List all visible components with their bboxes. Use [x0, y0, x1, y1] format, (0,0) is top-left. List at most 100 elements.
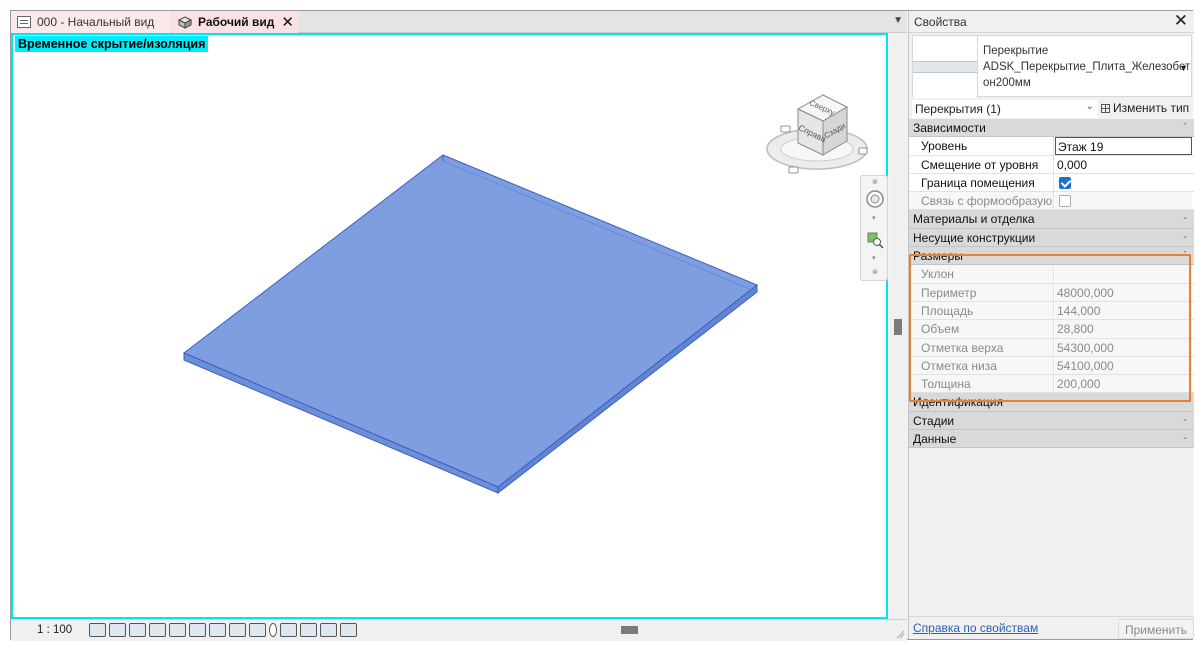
zoom-icon[interactable] — [865, 230, 885, 250]
room-bounding-checkbox[interactable] — [1059, 176, 1071, 189]
instance-filter-value: Перекрытия (1) — [915, 102, 1001, 116]
param-value: 54300,000 — [1055, 338, 1192, 356]
param-name: Объем — [909, 320, 1054, 338]
param-name: Периметр — [909, 283, 1054, 301]
param-thickness: Толщина 200,000 — [909, 375, 1194, 394]
close-icon[interactable]: ✕ — [1174, 12, 1188, 29]
dropdown-arrow-icon[interactable]: ▼ — [1179, 63, 1188, 73]
param-value: 28,800 — [1055, 320, 1192, 338]
reveal-constraints-icon[interactable] — [340, 623, 357, 637]
vertical-scrollbar[interactable] — [890, 33, 907, 619]
param-level[interactable]: Уровень Этаж 19 — [909, 137, 1194, 156]
resize-grip-icon[interactable] — [895, 629, 905, 639]
param-name: Отметка верха — [909, 338, 1054, 356]
param-name: Площадь — [909, 301, 1054, 320]
tab-working-view[interactable]: Рабочий вид ✕ — [172, 11, 298, 33]
floor-slab[interactable] — [13, 35, 886, 617]
group-data[interactable]: Данные ⌄ — [909, 430, 1194, 449]
param-room-bounding[interactable]: Граница помещения — [909, 173, 1194, 193]
param-name: Отметка низа — [909, 356, 1054, 375]
view-scale[interactable]: 1 : 100 — [37, 624, 72, 636]
expand-icon[interactable]: ⌄ — [1182, 415, 1188, 423]
temporary-hide-isolate-icon[interactable] — [249, 623, 266, 637]
group-label: Стадии — [913, 413, 955, 428]
expand-icon[interactable]: ⌄ — [1182, 232, 1188, 240]
close-icon[interactable]: ✕ — [281, 15, 294, 30]
detail-level-icon[interactable] — [89, 623, 106, 637]
rendering-icon[interactable] — [169, 623, 186, 637]
param-volume: Объем 28,800 — [909, 320, 1194, 339]
horizontal-scrollbar-thumb[interactable] — [621, 626, 638, 634]
3d-view-icon — [178, 15, 192, 29]
param-name: Уровень — [909, 137, 1054, 155]
param-name: Граница помещения — [909, 173, 1054, 192]
group-phasing[interactable]: Стадии ⌄ — [909, 411, 1194, 431]
edit-type-button[interactable]: Изменить тип — [1101, 101, 1189, 115]
collapse-icon[interactable]: ⌃ — [1182, 122, 1188, 130]
room-bounding-cell — [1055, 174, 1192, 191]
properties-footer: Справка по свойствам Применить — [909, 616, 1194, 639]
chevron-down-icon[interactable]: ▾ — [872, 214, 876, 222]
visual-style-icon[interactable] — [109, 623, 126, 637]
navigation-bar: ⊗ ▾ ▾ ⊗ — [860, 175, 888, 281]
param-value: 200,000 — [1055, 375, 1192, 393]
tab-list-dropdown-icon[interactable]: ▼ — [893, 15, 903, 26]
temporary-view-properties-icon[interactable] — [280, 623, 297, 637]
type-selector[interactable]: Перекрытие ADSK_Перекрытие_Плита_Железоб… — [912, 35, 1192, 98]
param-value — [1055, 265, 1192, 283]
view-tools — [89, 623, 357, 637]
instance-filter-select[interactable]: Перекрытия (1) ⌄ — [912, 100, 1098, 118]
tab-start-view[interactable]: 000 - Начальный вид — [11, 11, 171, 33]
param-name: Смещение от уровня — [909, 155, 1054, 173]
viewcube[interactable]: Сверху Справа Сзади — [761, 81, 871, 177]
lock-3d-view-icon[interactable] — [229, 623, 246, 637]
navbar-close-icon[interactable]: ⊗ — [872, 178, 878, 186]
tab-label: Рабочий вид — [198, 15, 275, 29]
collapse-icon[interactable]: ⌃ — [1182, 250, 1188, 258]
param-bottom-elevation: Отметка низа 54100,000 — [909, 356, 1194, 376]
group-constraints[interactable]: Зависимости ⌃ — [909, 119, 1194, 138]
type-family: Перекрытие — [983, 45, 1049, 57]
instance-filter-row: Перекрытия (1) ⌄ Изменить тип — [909, 99, 1194, 119]
steering-wheel-icon[interactable] — [865, 189, 885, 209]
related-mass-cell — [1055, 192, 1192, 210]
view-control-bar: 1 : 100 — [11, 619, 907, 641]
crop-view-icon[interactable] — [189, 623, 206, 637]
level-value-field[interactable]: Этаж 19 — [1055, 137, 1192, 155]
group-structural[interactable]: Несущие конструкции ⌄ — [909, 228, 1194, 248]
expand-icon[interactable]: ⌄ — [1182, 396, 1188, 404]
chevron-down-icon[interactable]: ▾ — [872, 254, 876, 262]
navbar-options-icon[interactable]: ⊗ — [872, 268, 878, 276]
group-identity[interactable]: Идентификация ⌄ — [909, 393, 1194, 412]
param-top-elevation: Отметка верха 54300,000 — [909, 338, 1194, 357]
show-crop-region-icon[interactable] — [209, 623, 226, 637]
properties-palette: Свойства ✕ Перекрытие ADSK_Перекрытие_Пл… — [908, 11, 1194, 639]
offset-value-field[interactable]: 0,000 — [1055, 156, 1192, 173]
param-name: Толщина — [909, 375, 1054, 393]
floor-plan-icon — [17, 16, 31, 28]
param-offset[interactable]: Смещение от уровня 0,000 — [909, 155, 1194, 174]
type-preview-image — [913, 36, 978, 98]
edit-type-label: Изменить тип — [1113, 101, 1190, 115]
3d-viewport[interactable]: Временное скрытие/изоляция Сверху Справа… — [11, 33, 888, 619]
group-label: Зависимости — [913, 121, 986, 135]
param-name: Уклон — [909, 265, 1054, 283]
group-materials[interactable]: Материалы и отделка ⌄ — [909, 210, 1194, 229]
type-name-continued: он200мм — [983, 77, 1031, 89]
show-analytical-model-icon[interactable] — [300, 623, 317, 637]
reveal-hidden-elements-icon[interactable] — [269, 623, 277, 637]
sun-path-icon[interactable] — [129, 623, 146, 637]
param-related-mass: Связь с формообразую... — [909, 192, 1194, 211]
chevron-down-icon[interactable]: ⌄ — [1086, 101, 1094, 112]
apply-button[interactable]: Применить — [1118, 619, 1194, 639]
temporary-isolation-label: Временное скрытие/изоляция — [15, 36, 209, 52]
highlight-displacement-icon[interactable] — [320, 623, 337, 637]
shadows-icon[interactable] — [149, 623, 166, 637]
expand-icon[interactable]: ⌄ — [1182, 213, 1188, 221]
group-label: Несущие конструкции — [913, 230, 1036, 245]
expand-icon[interactable]: ⌄ — [1182, 433, 1188, 441]
properties-help-link[interactable]: Справка по свойствам — [913, 621, 1038, 635]
scrollbar-thumb[interactable] — [894, 319, 902, 335]
properties-title-bar[interactable]: Свойства ✕ — [909, 11, 1194, 33]
group-dimensions[interactable]: Размеры ⌃ — [909, 247, 1194, 266]
